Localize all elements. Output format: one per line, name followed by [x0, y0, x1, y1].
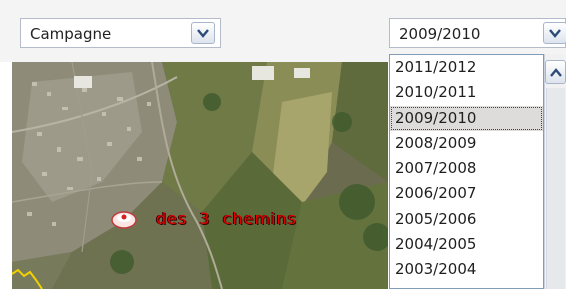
season-option[interactable]: 2011/2012 — [390, 55, 543, 80]
season-option[interactable]: 2005/2006 — [390, 207, 543, 232]
season-select[interactable]: 2009/2010 — [389, 18, 566, 48]
season-option[interactable]: 2004/2005 — [390, 232, 543, 257]
season-option[interactable]: 2007/2008 — [390, 156, 543, 181]
aerial-map[interactable] — [12, 62, 388, 289]
season-option[interactable]: 2010/2011 — [390, 80, 543, 105]
season-option[interactable]: 2008/2009 — [390, 131, 543, 156]
season-dropdown-list[interactable]: 2011/2012 2010/2011 2009/2010 2008/2009 … — [389, 54, 544, 289]
place-label: des 3 chemins — [156, 209, 297, 228]
season-option[interactable]: 2003/2004 — [390, 257, 543, 282]
aerial-photo — [12, 62, 388, 289]
chevron-up-icon[interactable] — [545, 60, 566, 84]
campaign-select-value: Campagne — [30, 25, 112, 43]
chevron-down-icon[interactable] — [543, 22, 566, 44]
season-select-value: 2009/2010 — [399, 25, 481, 43]
scrollbar-thumb[interactable] — [546, 88, 565, 289]
chevron-down-icon[interactable] — [191, 22, 215, 44]
season-option[interactable]: 2006/2007 — [390, 181, 543, 206]
campaign-select[interactable]: Campagne — [20, 18, 221, 48]
season-option-selected[interactable]: 2009/2010 — [390, 105, 543, 131]
location-marker-icon[interactable] — [110, 208, 138, 230]
